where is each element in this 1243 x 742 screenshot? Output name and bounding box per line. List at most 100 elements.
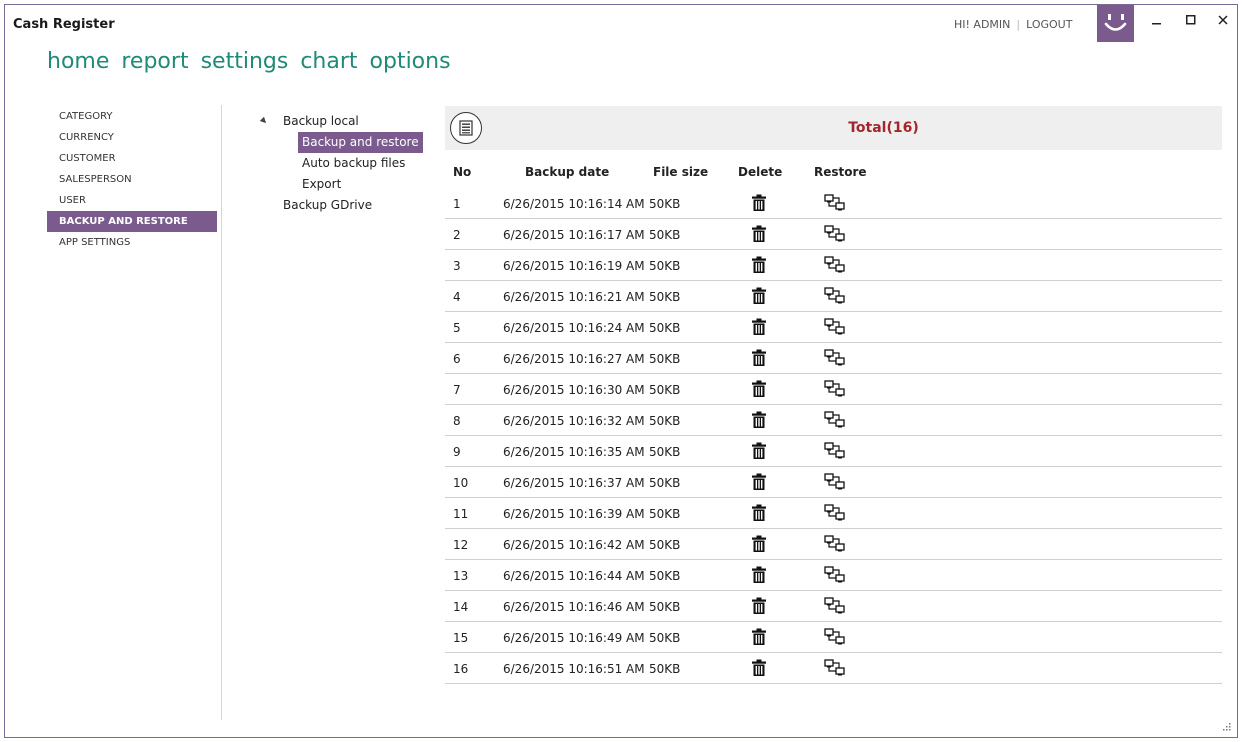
delete-button[interactable]: [751, 566, 767, 587]
tree-node-backup-gdrive[interactable]: Backup GDrive: [283, 195, 372, 216]
restore-button[interactable]: [824, 318, 846, 338]
restore-button[interactable]: [824, 535, 846, 555]
delete-button[interactable]: [751, 225, 767, 246]
restore-button[interactable]: [824, 287, 846, 307]
nav-options[interactable]: options: [370, 49, 451, 74]
close-icon: [1218, 15, 1228, 25]
row-backup-date: 6/26/2015 10:16:19 AM: [503, 259, 645, 273]
table-row[interactable]: 15 6/26/2015 10:16:49 AM 50KB: [445, 622, 1222, 653]
tree-node-backup-and-restore[interactable]: Backup and restore: [298, 132, 423, 153]
restore-button[interactable]: [824, 566, 846, 586]
restore-button[interactable]: [824, 628, 846, 648]
trash-icon: [752, 535, 766, 552]
app-title: Cash Register: [13, 17, 115, 32]
delete-button[interactable]: [751, 349, 767, 370]
nav-settings[interactable]: settings: [201, 49, 289, 74]
sidebar-item-backup-and-restore[interactable]: BACKUP AND RESTORE: [47, 211, 217, 232]
table-row[interactable]: 3 6/26/2015 10:16:19 AM 50KB: [445, 250, 1222, 281]
close-button[interactable]: [1211, 9, 1235, 31]
tree-node-export[interactable]: Export: [302, 174, 341, 195]
row-file-size: 50KB: [649, 321, 681, 335]
column-header-backup-date[interactable]: Backup date: [525, 165, 609, 179]
table-row[interactable]: 11 6/26/2015 10:16:39 AM 50KB: [445, 498, 1222, 529]
delete-button[interactable]: [751, 473, 767, 494]
resize-grip-icon[interactable]: [1221, 721, 1231, 731]
delete-button[interactable]: [751, 380, 767, 401]
maximize-button[interactable]: [1179, 9, 1203, 31]
restore-button[interactable]: [824, 411, 846, 431]
table-row[interactable]: 12 6/26/2015 10:16:42 AM 50KB: [445, 529, 1222, 560]
column-header-no[interactable]: No: [453, 165, 471, 179]
row-number: 7: [453, 383, 461, 397]
trash-icon: [752, 287, 766, 304]
restore-button[interactable]: [824, 225, 846, 245]
table-row[interactable]: 6 6/26/2015 10:16:27 AM 50KB: [445, 343, 1222, 374]
table-row[interactable]: 7 6/26/2015 10:16:30 AM 50KB: [445, 374, 1222, 405]
nav-chart[interactable]: chart: [300, 49, 357, 74]
column-header-file-size[interactable]: File size: [653, 165, 708, 179]
table-row[interactable]: 16 6/26/2015 10:16:51 AM 50KB: [445, 653, 1222, 684]
row-backup-date: 6/26/2015 10:16:51 AM: [503, 662, 645, 676]
delete-button[interactable]: [751, 411, 767, 432]
restore-button[interactable]: [824, 194, 846, 214]
sidebar-item-app-settings[interactable]: APP SETTINGS: [47, 232, 217, 253]
table-row[interactable]: 13 6/26/2015 10:16:44 AM 50KB: [445, 560, 1222, 591]
restore-button[interactable]: [824, 473, 846, 493]
delete-button[interactable]: [751, 535, 767, 556]
avatar[interactable]: [1097, 5, 1134, 42]
delete-button[interactable]: [751, 628, 767, 649]
restore-button[interactable]: [824, 349, 846, 369]
restore-button[interactable]: [824, 442, 846, 462]
row-backup-date: 6/26/2015 10:16:27 AM: [503, 352, 645, 366]
delete-button[interactable]: [751, 442, 767, 463]
row-file-size: 50KB: [649, 662, 681, 676]
table-row[interactable]: 14 6/26/2015 10:16:46 AM 50KB: [445, 591, 1222, 622]
nav-report[interactable]: report: [121, 49, 188, 74]
delete-button[interactable]: [751, 659, 767, 680]
delete-button[interactable]: [751, 194, 767, 215]
sidebar-item-currency[interactable]: CURRENCY: [47, 127, 217, 148]
delete-button[interactable]: [751, 597, 767, 618]
column-header-delete[interactable]: Delete: [738, 165, 782, 179]
table-row[interactable]: 10 6/26/2015 10:16:37 AM 50KB: [445, 467, 1222, 498]
table-row[interactable]: 5 6/26/2015 10:16:24 AM 50KB: [445, 312, 1222, 343]
row-number: 9: [453, 445, 461, 459]
logout-link[interactable]: LOGOUT: [1026, 18, 1072, 31]
row-file-size: 50KB: [649, 476, 681, 490]
restore-icon: [824, 504, 845, 521]
row-backup-date: 6/26/2015 10:16:24 AM: [503, 321, 645, 335]
tree-node-auto-backup-files[interactable]: Auto backup files: [302, 153, 405, 174]
column-header-restore[interactable]: Restore: [814, 165, 867, 179]
delete-button[interactable]: [751, 318, 767, 339]
trash-icon: [752, 628, 766, 645]
expand-arrow-icon[interactable]: [259, 116, 269, 126]
restore-button[interactable]: [824, 504, 846, 524]
table-row[interactable]: 1 6/26/2015 10:16:14 AM 50KB: [445, 188, 1222, 219]
delete-button[interactable]: [751, 504, 767, 525]
sidebar-item-salesperson[interactable]: SALESPERSON: [47, 169, 217, 190]
delete-button[interactable]: [751, 256, 767, 277]
restore-button[interactable]: [824, 256, 846, 276]
table-row[interactable]: 8 6/26/2015 10:16:32 AM 50KB: [445, 405, 1222, 436]
tree-node-backup-local[interactable]: Backup local: [259, 111, 381, 132]
table-row[interactable]: 2 6/26/2015 10:16:17 AM 50KB: [445, 219, 1222, 250]
sidebar-item-category[interactable]: CATEGORY: [47, 106, 217, 127]
delete-button[interactable]: [751, 287, 767, 308]
row-number: 10: [453, 476, 469, 490]
nav-home[interactable]: home: [47, 49, 109, 74]
sidebar-item-user[interactable]: USER: [47, 190, 217, 211]
row-backup-date: 6/26/2015 10:16:14 AM: [503, 197, 645, 211]
table-row[interactable]: 9 6/26/2015 10:16:35 AM 50KB: [445, 436, 1222, 467]
sidebar-item-customer[interactable]: CUSTOMER: [47, 148, 217, 169]
restore-button[interactable]: [824, 597, 846, 617]
restore-icon: [824, 597, 845, 614]
row-backup-date: 6/26/2015 10:16:49 AM: [503, 631, 645, 645]
smiley-icon: [1104, 14, 1127, 31]
restore-button[interactable]: [824, 380, 846, 400]
row-number: 12: [453, 538, 469, 552]
row-number: 5: [453, 321, 461, 335]
minimize-button[interactable]: [1145, 9, 1169, 31]
restore-button[interactable]: [824, 659, 846, 679]
table-row[interactable]: 4 6/26/2015 10:16:21 AM 50KB: [445, 281, 1222, 312]
trash-icon: [752, 442, 766, 459]
